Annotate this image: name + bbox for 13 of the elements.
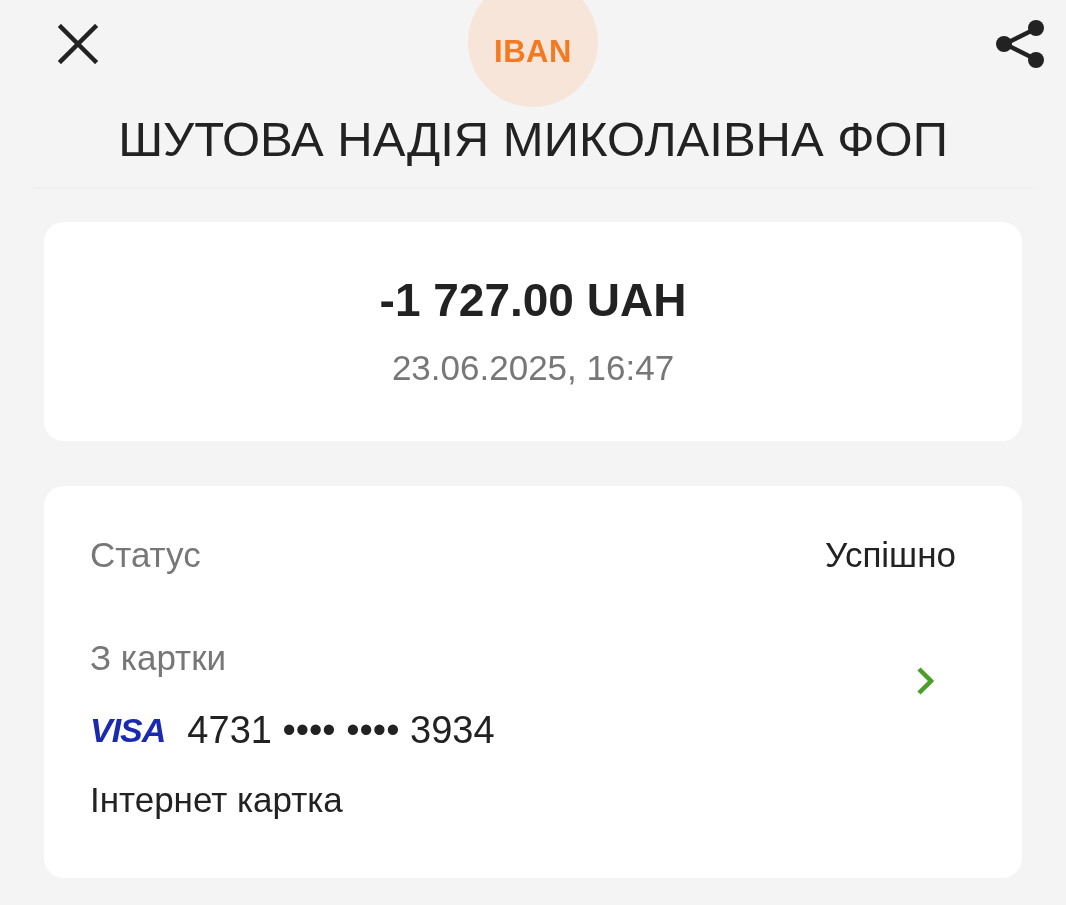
- status-label: Статус: [90, 534, 201, 576]
- recipient-name: ШУТОВА НАДІЯ МИКОЛАІВНА ФОП: [118, 111, 948, 168]
- amount: -1 727.00 UAH: [379, 273, 687, 328]
- close-icon: [58, 24, 98, 64]
- chevron-right-icon[interactable]: [916, 666, 934, 696]
- status-value: Успішно: [825, 534, 956, 576]
- card-type: Інтернет картка: [90, 779, 344, 821]
- visa-logo: VISA: [90, 713, 166, 747]
- share-icon: [995, 20, 1045, 68]
- iban-badge: IBAN: [468, 0, 598, 107]
- source-card-label: З картки: [90, 637, 227, 679]
- card-number: 4731 •••• •••• 3934: [187, 708, 495, 752]
- transaction-datetime: 23.06.2025, 16:47: [391, 347, 675, 389]
